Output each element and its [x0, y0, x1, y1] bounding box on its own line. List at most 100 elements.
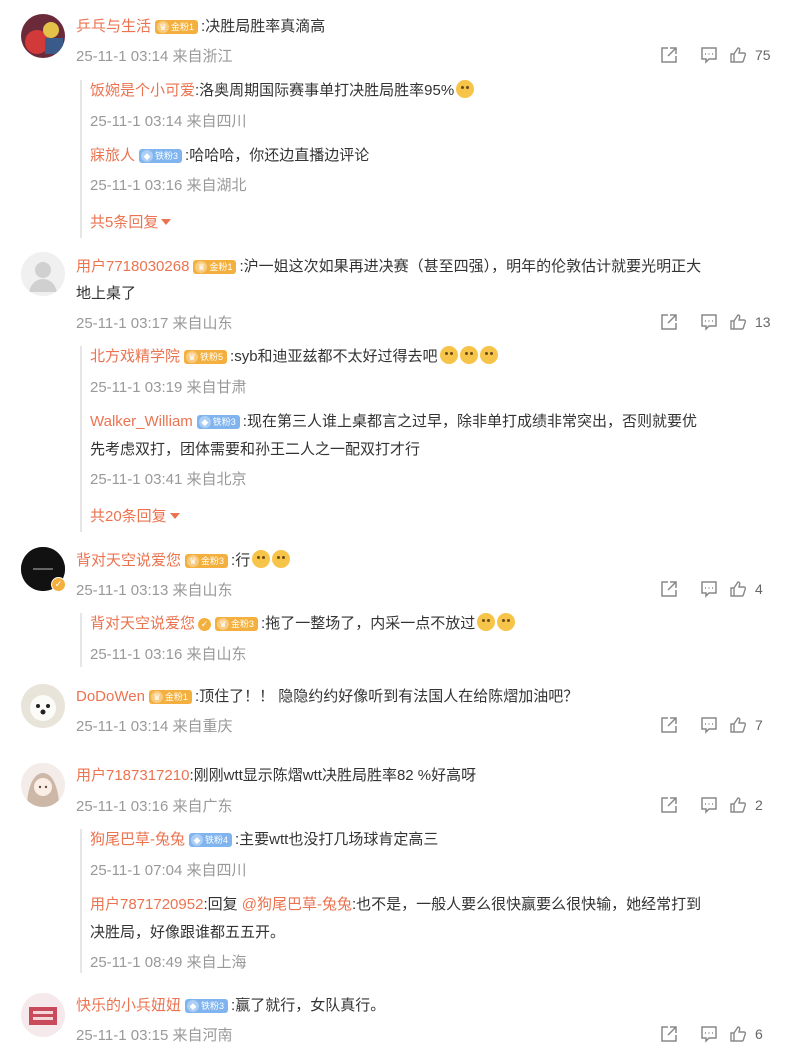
avatar[interactable] — [21, 252, 65, 296]
like-button[interactable]: 4 — [729, 580, 773, 598]
thumbs-up-icon — [730, 1026, 747, 1042]
more-replies-link[interactable]: 共5条回复 — [90, 211, 172, 232]
avatar[interactable] — [21, 993, 65, 1037]
fan-badge[interactable]: ♛ 金粉1 — [148, 690, 192, 704]
username[interactable]: 背对天空说爱您 — [90, 615, 195, 632]
reply-text: :回复 — [203, 896, 242, 913]
share-icon[interactable] — [649, 311, 689, 333]
comment-text: :行 — [231, 552, 251, 569]
fan-badge[interactable]: ◆ 铁粉3 — [139, 149, 183, 163]
like-button[interactable]: 2 — [729, 796, 773, 814]
comment-meta: 25-11-1 03:13 来自山东 — [76, 582, 233, 599]
mention-link[interactable]: @狗尾巴草-兔兔 — [242, 896, 352, 913]
reply-meta: 25-11-1 08:49 来自上海 — [90, 954, 247, 971]
reply-text: :syb和迪亚兹都不太好过得去吧 — [230, 348, 438, 365]
username[interactable]: DoDoWen — [76, 688, 145, 705]
crown-icon: ♛ — [187, 555, 200, 567]
avatar[interactable] — [21, 763, 65, 807]
reply-text: :也不是，一般人要么很快赢要么很快输，她经常打到 — [352, 896, 702, 913]
username[interactable]: 狗尾巴草-兔兔 — [90, 831, 185, 848]
like-count: 13 — [755, 314, 771, 330]
share-icon[interactable] — [649, 44, 689, 66]
reply-text: :拖了一整场了，内采一点不放过 — [261, 615, 476, 632]
smiley-emoji-icon — [456, 80, 475, 98]
username[interactable]: 饭婉是个小可爱 — [90, 82, 195, 99]
crown-icon: ♛ — [157, 21, 170, 33]
username[interactable]: 背对天空说爱您 — [76, 552, 181, 569]
comment-icon[interactable] — [689, 311, 729, 333]
fan-badge[interactable]: ◆ 铁粉4 — [189, 833, 233, 847]
reply-meta: 25-11-1 03:16 来自湖北 — [90, 177, 247, 194]
diamond-icon: ◆ — [187, 1000, 200, 1012]
diamond-icon: ◆ — [191, 834, 203, 846]
comment-actions: 7 — [649, 714, 773, 736]
verified-icon: ✓ — [198, 618, 212, 631]
like-button[interactable]: 6 — [729, 1025, 773, 1043]
fan-badge[interactable]: ♛ 金粉1 — [155, 20, 199, 34]
more-replies-link[interactable]: 共20条回复 — [90, 505, 180, 526]
username[interactable]: 快乐的小兵妞妞 — [76, 997, 181, 1014]
reply-list: 饭婉是个小可爱:洛奥周期国际赛事单打决胜局胜率95% 25-11-1 03:14… — [80, 80, 475, 238]
like-count: 7 — [755, 717, 763, 733]
crown-icon: ♛ — [195, 261, 208, 273]
comment-meta: 25-11-1 03:16 来自广东 — [76, 798, 233, 815]
username[interactable]: 北方戏精学院 — [90, 348, 180, 365]
like-button[interactable]: 13 — [729, 313, 773, 331]
comment-meta: 25-11-1 03:17 来自山东 — [76, 315, 233, 332]
crown-icon: ♛ — [186, 351, 199, 363]
reply-meta: 25-11-1 03:16 来自山东 — [90, 646, 247, 663]
comment-text: :决胜局胜率真滴高 — [201, 18, 326, 35]
avatar[interactable] — [21, 14, 65, 58]
thumbs-up-icon — [730, 717, 747, 733]
comment-icon[interactable] — [689, 794, 729, 816]
comment-icon[interactable] — [689, 714, 729, 736]
smiley-emoji-icon — [459, 346, 478, 364]
comment-icon[interactable] — [689, 44, 729, 66]
comment-icon[interactable] — [689, 1023, 729, 1045]
share-icon[interactable] — [649, 1023, 689, 1045]
reply-meta: 25-11-1 03:41 来自北京 — [90, 471, 247, 488]
share-icon[interactable] — [649, 714, 689, 736]
fan-badge[interactable]: ◆ 铁粉3 — [185, 999, 229, 1013]
comment-text: :顶住了！！ 隐隐约约好像听到有法国人在给陈熠加油吧？ — [194, 688, 579, 705]
username[interactable]: 寐旅人 — [90, 147, 135, 164]
caret-down-icon — [161, 219, 172, 225]
reply-meta: 25-11-1 03:14 来自四川 — [90, 113, 247, 130]
thumbs-up-icon — [730, 47, 747, 63]
share-icon[interactable] — [649, 794, 689, 816]
fan-badge[interactable]: ♛ 铁粉5 — [184, 350, 228, 364]
fan-badge[interactable]: ♛ 金粉1 — [193, 260, 237, 274]
username[interactable]: 用户7718030268 — [76, 258, 189, 275]
comment-text: :赢了就行，女队真行。 — [231, 997, 386, 1014]
share-icon[interactable] — [649, 578, 689, 600]
username[interactable]: Walker_William — [90, 413, 193, 430]
like-count: 4 — [755, 581, 763, 597]
crown-icon: ♛ — [150, 691, 163, 703]
reply-text: :主要wtt也没打几场球肯定高三 — [235, 831, 439, 848]
like-count: 6 — [755, 1026, 763, 1042]
comment-icon[interactable] — [689, 578, 729, 600]
fan-badge[interactable]: ♛ 金粉3 — [215, 617, 259, 631]
comment-actions: 13 — [649, 311, 773, 333]
thumbs-up-icon — [730, 581, 747, 597]
diamond-icon: ◆ — [198, 416, 211, 428]
fan-badge[interactable]: ◆ 铁粉3 — [196, 415, 240, 429]
smirk-emoji-icon — [272, 550, 291, 568]
comment-text: :刚刚wtt显示陈熠wtt决胜局胜率82 %好高呀 — [189, 767, 477, 784]
like-button[interactable]: 75 — [729, 46, 773, 64]
username[interactable]: 乒乓与生活 — [76, 18, 151, 35]
reply-text: :洛奥周期国际赛事单打决胜局胜率95% — [195, 82, 455, 99]
like-count: 75 — [755, 47, 771, 63]
fan-badge[interactable]: ♛ 金粉3 — [185, 554, 229, 568]
verified-icon: ✓ — [51, 577, 66, 592]
username[interactable]: 用户7187317210 — [76, 767, 189, 784]
comment-actions: 2 — [649, 794, 773, 816]
reply-text-continued: 决胜局，好像跟谁都五五开。 — [90, 924, 286, 941]
smiley-emoji-icon — [479, 346, 498, 364]
username[interactable]: 用户7871720952 — [90, 896, 203, 913]
avatar[interactable] — [21, 684, 65, 728]
caret-down-icon — [169, 513, 180, 519]
reply-text: :现在第三人谁上桌都言之过早，除非单打成绩非常突出，否则就要优 — [242, 413, 697, 430]
like-button[interactable]: 7 — [729, 716, 773, 734]
smirk-emoji-icon — [497, 613, 516, 631]
